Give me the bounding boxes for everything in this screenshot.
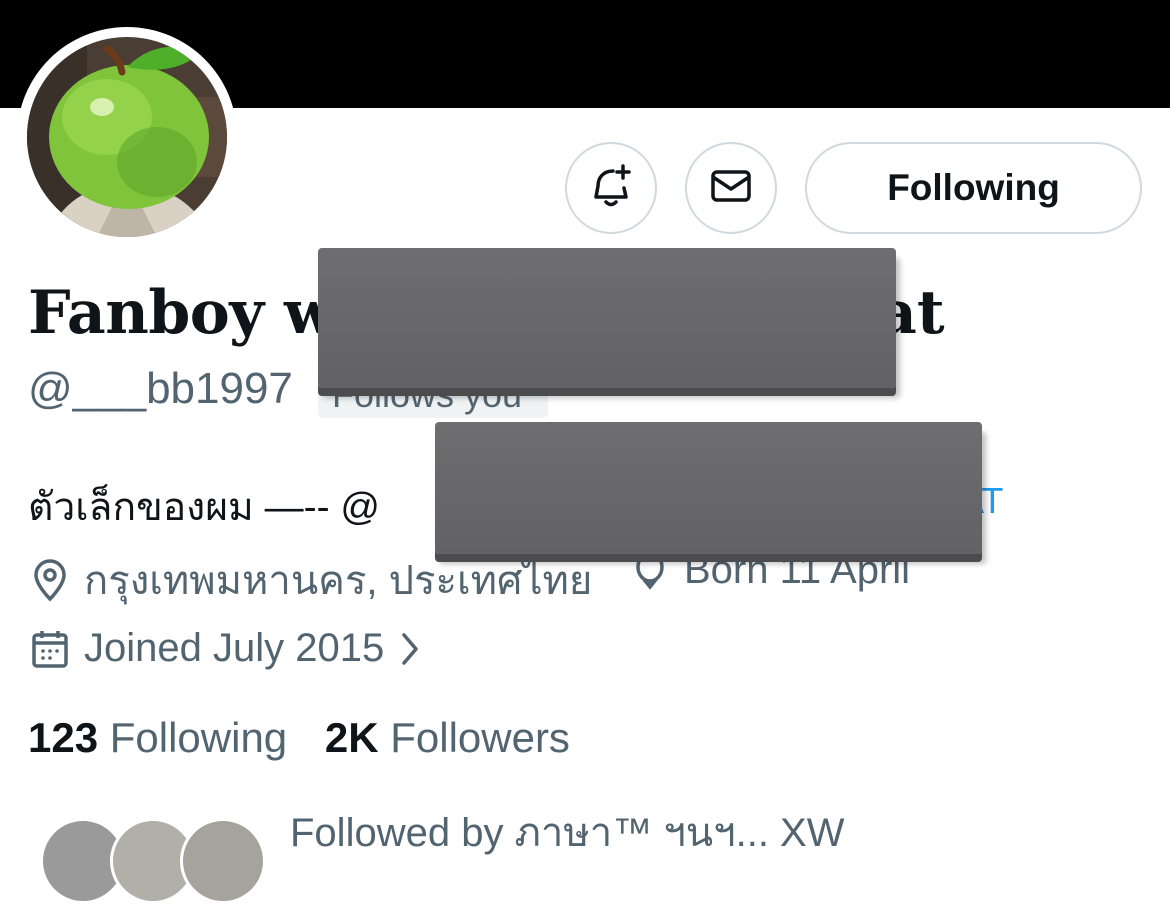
location-pin-icon — [30, 558, 70, 602]
chevron-right-icon — [398, 631, 422, 667]
followers-count: 2K — [324, 714, 379, 761]
follower-avatar[interactable] — [180, 818, 266, 904]
following-button[interactable]: Following — [805, 142, 1142, 234]
notify-button[interactable] — [565, 142, 657, 234]
user-handle: @___bb1997 — [28, 364, 293, 413]
redaction-block — [318, 248, 896, 388]
followers-label: Followers — [390, 714, 570, 761]
envelope-icon — [707, 162, 755, 215]
birthday-text: Born 11 April — [684, 548, 911, 592]
location-row: กรุงเทพมหานคร, ประเทศไทย — [30, 548, 592, 612]
following-count: 123 — [28, 714, 99, 761]
avatar[interactable] — [17, 27, 237, 247]
followed-by-text[interactable]: Followed by ภาษา™ ฯนฯ... XW — [290, 800, 844, 864]
following-stat[interactable]: 123 Following — [28, 714, 299, 761]
following-button-label: Following — [887, 167, 1060, 208]
follow-stats: 123 Following 2K Followers — [28, 714, 570, 762]
joined-row[interactable]: Joined July 2015 — [30, 626, 422, 671]
message-button[interactable] — [685, 142, 777, 234]
birthday-row: Born 11 April — [630, 548, 910, 593]
redaction-block — [435, 422, 982, 554]
calendar-icon — [30, 628, 70, 670]
display-name: Fanboy w — [28, 278, 336, 348]
joined-text: Joined July 2015 — [84, 626, 385, 670]
followers-stat[interactable]: 2K Followers — [325, 714, 570, 761]
bio-text: ตัวเล็กของผม —-- @ — [28, 486, 380, 529]
location-text: กรุงเทพมหานคร, ประเทศไทย — [84, 559, 593, 603]
bell-plus-icon — [587, 162, 635, 215]
balloon-icon — [630, 549, 670, 593]
avatar-image — [27, 37, 227, 237]
following-label: Following — [109, 714, 288, 761]
